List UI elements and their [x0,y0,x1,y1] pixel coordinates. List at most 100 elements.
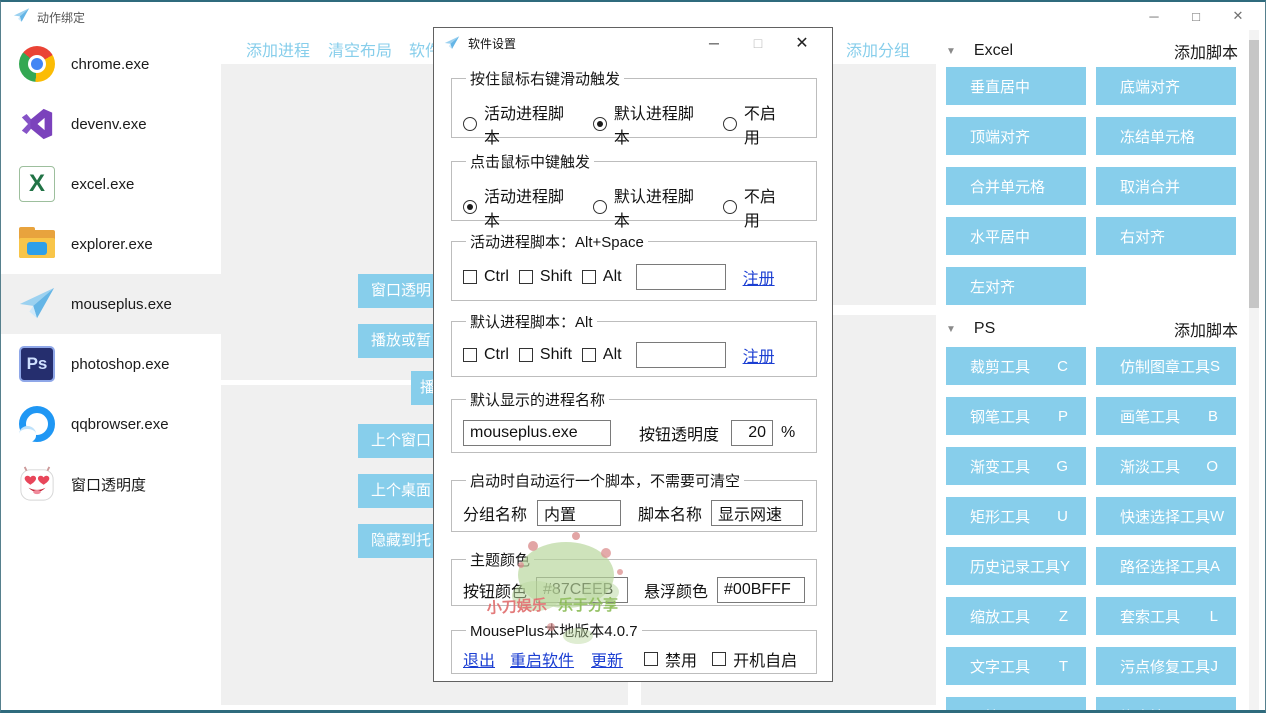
script-button[interactable]: 取消合并 [1096,167,1236,205]
script-button[interactable]: 套索工具L [1096,597,1236,635]
paper-plane-icon [17,284,57,324]
script-button[interactable]: 快速选择工具W [1096,497,1236,535]
process-sidebar: chrome.exe devenv.exe X excel.exe explor… [1,30,221,710]
radio-active-process-script[interactable]: 活动进程脚本 [463,100,577,148]
script-button[interactable]: 缩放工具Z [946,597,1086,635]
script-button[interactable]: 橡皮擦工具E [1096,697,1236,713]
radio-default-process-script[interactable]: 默认进程脚本 [593,183,707,231]
sidebar-item-label: excel.exe [71,176,134,193]
script-button[interactable]: 顶端对齐 [946,117,1086,155]
register-link[interactable]: 注册 [743,343,775,367]
maximize-button[interactable]: □ [1175,2,1217,30]
script-button[interactable]: 裁剪工具C [946,347,1086,385]
heart-eyes-emoji-icon [17,464,57,504]
close-button[interactable]: ✕ [780,28,824,58]
process-name-input[interactable] [463,420,611,446]
radio-icon [593,200,607,214]
restart-link[interactable]: 重启软件 [510,647,574,671]
checkbox-shift[interactable]: Shift [519,268,572,286]
script-button[interactable]: 路径选择工具A [1096,547,1236,585]
update-link[interactable]: 更新 [591,647,623,671]
script-button[interactable]: 左对齐 [946,267,1086,305]
sidebar-item-label: 窗口透明度 [71,474,146,495]
opacity-input[interactable] [731,420,773,446]
script-button[interactable]: 画笔工具B [1096,397,1236,435]
sidebar-item-chrome[interactable]: chrome.exe [1,34,221,94]
checkbox-ctrl[interactable]: Ctrl [463,346,509,364]
script-button[interactable]: 渐变工具G [946,447,1086,485]
hotkey-input[interactable] [636,342,726,368]
script-button[interactable]: 冻结单元格 [1096,117,1236,155]
script-button[interactable]: 吸管工具I [946,697,1086,713]
group-autorun-script: 启动时自动运行一个脚本，不需要可清空 分组名称 脚本名称 [451,470,817,532]
sidebar-item-photoshop[interactable]: Ps photoshop.exe [1,334,221,394]
collapse-icon[interactable]: ▼ [946,46,956,57]
checkbox-alt[interactable]: Alt [582,346,622,364]
exit-link[interactable]: 退出 [463,647,495,671]
collapse-icon[interactable]: ▼ [946,324,956,335]
sidebar-item-window-opacity[interactable]: 窗口透明度 [1,454,221,514]
script-button[interactable]: 垂直居中 [946,67,1086,105]
sidebar-item-label: photoshop.exe [71,356,169,373]
window-title: 动作绑定 [37,9,85,26]
sidebar-item-mouseplus[interactable]: mouseplus.exe [1,274,221,334]
add-script-button[interactable]: 添加脚本 [1174,39,1238,63]
hover-color-input[interactable] [717,577,805,603]
script-button[interactable]: 水平居中 [946,217,1086,255]
sidebar-item-label: devenv.exe [71,116,147,133]
excel-icon: X [17,164,57,204]
radio-icon [463,200,477,214]
radio-disabled[interactable]: 不启用 [723,183,790,231]
scrollbar-thumb[interactable] [1249,40,1259,308]
group-name-input[interactable] [537,500,621,526]
script-button[interactable]: 渐淡工具O [1096,447,1236,485]
checkbox-disable[interactable]: 禁用 [644,647,697,671]
script-name-input[interactable] [711,500,803,526]
group-title: 活动进程脚本：Alt+Space [466,231,648,252]
menu-add-process[interactable]: 添加进程 [246,37,310,61]
script-button[interactable]: 历史记录工具Y [946,547,1086,585]
checkbox-shift[interactable]: Shift [519,346,572,364]
radio-active-process-script[interactable]: 活动进程脚本 [463,183,577,231]
dialog-title: 软件设置 [468,35,516,52]
script-button[interactable]: 合并单元格 [946,167,1086,205]
hotkey-input[interactable] [636,264,726,290]
script-button[interactable]: 文字工具T [946,647,1086,685]
maximize-button[interactable]: □ [736,28,780,58]
minimize-button[interactable]: ─ [692,28,736,58]
script-button[interactable]: 矩形工具U [946,497,1086,535]
sidebar-item-label: mouseplus.exe [71,296,172,313]
script-button[interactable]: 底端对齐 [1096,67,1236,105]
sidebar-item-excel[interactable]: X excel.exe [1,154,221,214]
checkbox-ctrl[interactable]: Ctrl [463,268,509,286]
group-active-hotkey: 活动进程脚本：Alt+Space Ctrl Shift Alt 注册 [451,231,817,301]
section-title: Excel [974,42,1013,60]
radio-icon [723,200,737,214]
checkbox-icon [582,270,596,284]
sidebar-item-devenv[interactable]: devenv.exe [1,94,221,154]
sidebar-item-qqbrowser[interactable]: qqbrowser.exe [1,394,221,454]
script-button[interactable]: 仿制图章工具S [1096,347,1236,385]
add-script-button[interactable]: 添加脚本 [1174,317,1238,341]
script-button[interactable]: 污点修复工具J [1096,647,1236,685]
folder-icon [17,224,57,264]
script-button[interactable]: 钢笔工具P [946,397,1086,435]
menu-clear-layout[interactable]: 清空布局 [328,37,392,61]
script-button[interactable]: 右对齐 [1096,217,1236,255]
register-link[interactable]: 注册 [743,265,775,289]
button-color-input[interactable] [536,577,628,603]
radio-disabled[interactable]: 不启用 [723,100,790,148]
sidebar-item-explorer[interactable]: explorer.exe [1,214,221,274]
radio-default-process-script[interactable]: 默认进程脚本 [593,100,707,148]
visual-studio-icon [17,104,57,144]
menu-add-group[interactable]: 添加分组 [846,37,910,61]
group-right-drag-trigger: 按住鼠标右键滑动触发 活动进程脚本 默认进程脚本 不启用 [451,68,817,138]
checkbox-icon [644,652,658,666]
minimize-button[interactable]: ─ [1133,2,1175,30]
group-title: 默认进程脚本：Alt [466,311,597,332]
checkbox-autostart[interactable]: 开机自启 [712,647,797,671]
qqbrowser-icon [17,404,57,444]
photoshop-icon: Ps [17,344,57,384]
close-button[interactable]: ✕ [1217,2,1259,30]
checkbox-alt[interactable]: Alt [582,268,622,286]
